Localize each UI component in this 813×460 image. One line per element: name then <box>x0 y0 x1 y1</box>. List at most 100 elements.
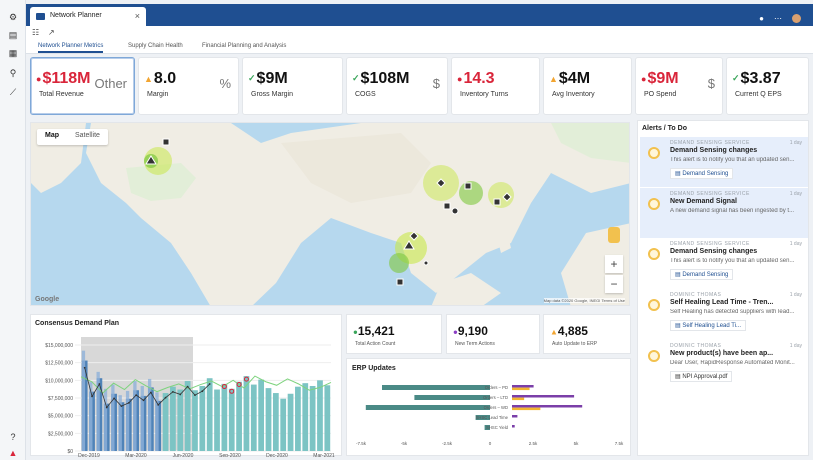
settings-icon[interactable]: ⚙ <box>8 12 18 22</box>
avatar[interactable] <box>792 14 801 23</box>
kpi-tile-cogs[interactable]: ✓$108M COGS $ <box>346 57 448 115</box>
alerts-panel: Alerts / To Do DEMAND SENSING SERVICE 1 d… <box>637 120 809 456</box>
help-icon[interactable]: ? <box>8 432 18 442</box>
erp-bar-negative <box>365 405 490 410</box>
kpi-tile-margin[interactable]: ▲8.0 Margin% <box>138 57 239 115</box>
user-icon[interactable]: ● <box>759 14 764 23</box>
alert-link[interactable]: ▤ Self Healing Lead Ti... <box>670 320 747 331</box>
alert-source: DEMAND SENSING SERVICE <box>670 241 750 247</box>
alert-avatar-icon <box>648 198 660 210</box>
zoom-in-button[interactable]: + <box>605 255 623 273</box>
document-icon[interactable]: ▤ <box>8 30 18 40</box>
network-map[interactable]: Map Satellite + − Google Map data ©2020 … <box>30 122 630 306</box>
history-bar <box>140 385 144 451</box>
view-tabs: Network Planner Metrics Supply Chain Hea… <box>26 40 813 54</box>
alert-item[interactable]: DOMINIC THOMAS 1 day Self Healing Lead Tim… <box>640 289 808 339</box>
total-action-count-value: 15,421 <box>357 324 395 338</box>
alert-source: DOMINIC THOMAS <box>670 292 722 298</box>
actuals-point <box>113 397 115 400</box>
alert-item[interactable]: DEMAND SENSING SERVICE 1 day Demand Sensin… <box>640 238 808 288</box>
kpi-label: Total Revenue <box>39 91 84 98</box>
percent-icon: % <box>219 76 231 91</box>
ruler-icon[interactable]: ⟋ <box>8 87 18 97</box>
actuals-point <box>201 390 204 393</box>
x-tick-label: Mar-2020 <box>125 453 147 457</box>
close-icon[interactable]: × <box>135 11 140 21</box>
erp-bar-positive <box>512 395 575 398</box>
kpi-tile-po-spend[interactable]: ●$9M PO Spend $ <box>635 57 723 115</box>
chart-icon: Other <box>94 76 127 91</box>
trend-icon: ✓ <box>248 73 256 84</box>
erp-category-label: Orders – PD <box>485 385 508 390</box>
alert-source: DEMAND SENSING SERVICE <box>670 191 750 197</box>
kpi-tile-gross-margin[interactable]: ✓$9M Gross Margin <box>242 57 343 115</box>
tab-network-planner-metrics[interactable]: Network Planner Metrics <box>38 43 104 53</box>
alert-icon[interactable]: ▲ <box>8 448 18 458</box>
alert-link[interactable]: ▤ NPI Approval.pdf <box>670 371 733 382</box>
actuals-point <box>127 401 130 404</box>
history-bar <box>147 378 152 451</box>
trend-icon: ● <box>641 73 647 84</box>
alert-title: Demand Sensing changes <box>670 147 758 154</box>
new-term-actions-tile[interactable]: ●9,190 New Term Actions <box>446 314 540 354</box>
total-action-count-tile[interactable]: ●15,421 Total Action Count <box>346 314 442 354</box>
kpi-label: Gross Margin <box>251 91 294 98</box>
apps-icon[interactable]: ⋯ <box>774 14 782 23</box>
alert-item[interactable]: DEMAND SENSING SERVICE 1 day Demand Sensin… <box>640 137 808 187</box>
alert-link[interactable]: ▤ Demand Sensing <box>670 168 734 179</box>
trend-icon: ● <box>36 73 42 84</box>
demand-bar <box>317 380 323 451</box>
erp-bar-positive <box>512 415 518 418</box>
kpi-tile-avg-inventory[interactable]: ▲$4M Avg Inventory <box>543 57 632 115</box>
window-tab[interactable]: Network Planner × <box>30 7 146 26</box>
alert-avatar-icon <box>648 147 660 159</box>
pin-icon[interactable]: ⚲ <box>8 68 18 78</box>
alert-source: DEMAND SENSING SERVICE <box>670 140 750 146</box>
actuals-point <box>120 405 123 408</box>
kpi-value: ✓$3.87 <box>732 70 781 87</box>
demand-bar <box>265 388 272 451</box>
dollar-icon: $ <box>707 76 715 91</box>
street-view-icon[interactable] <box>608 227 620 243</box>
auto-update-erp-value: 4,885 <box>557 324 588 338</box>
trend-icon: ✓ <box>732 73 740 84</box>
alert-age: 1 day <box>789 241 802 247</box>
zoom-out-button[interactable]: − <box>605 275 623 293</box>
trend-icon: ▲ <box>549 73 558 84</box>
kpi-tile-current-q-eps[interactable]: ✓$3.87 Current Q EPS <box>726 57 809 115</box>
erp-category-label: Orders – LTD <box>483 395 508 400</box>
erp-bar-positive <box>512 385 534 388</box>
alert-description: This alert is to notify you that an upda… <box>670 157 795 163</box>
auto-update-erp-tile[interactable]: ▲4,885 Auto Update to ERP <box>543 314 631 354</box>
y-tick-label: $5,000,000 <box>48 414 73 420</box>
x-tick-label: Mar-2021 <box>313 453 335 457</box>
demand-plan-chart[interactable]: $0 $2,500,000 $5,000,000 $7,500,000 $10,000,… <box>31 315 343 457</box>
kpi-value: ✓$9M <box>248 70 288 87</box>
kpi-label: Avg Inventory <box>552 91 595 98</box>
tab-supply-chain-health[interactable]: Supply Chain Health <box>128 43 183 49</box>
demand-bar <box>236 381 242 451</box>
x-tick-label: Jun-2020 <box>173 453 194 457</box>
erp-updates-chart[interactable]: Orders – PD Orders – LTD Orders – WD SHSC L… <box>347 359 632 457</box>
map-mode-button[interactable]: Map <box>37 129 67 145</box>
satellite-mode-button[interactable]: Satellite <box>67 129 108 145</box>
alert-link[interactable]: ▤ Demand Sensing <box>670 269 734 280</box>
tab-financial-planning[interactable]: Financial Planning and Analysis <box>202 43 286 49</box>
filter-icon[interactable]: ☷ <box>32 28 39 37</box>
calendar-icon[interactable]: ▦ <box>8 48 18 58</box>
alert-item[interactable]: DOMINIC THOMAS 1 day New product(s) have b… <box>640 340 808 390</box>
alert-item[interactable]: DEMAND SENSING SERVICE 1 day New Demand Si… <box>640 188 808 238</box>
demand-bar <box>214 389 220 451</box>
actuals-point <box>83 366 86 369</box>
auto-update-erp-label: Auto Update to ERP <box>552 341 598 347</box>
map-canvas <box>31 123 629 305</box>
kpi-tile-inventory-turns[interactable]: ●14.3 Inventory Turns <box>451 57 540 115</box>
x-tick-label: Dec-2019 <box>78 453 100 457</box>
alert-age: 1 day <box>789 292 802 298</box>
kpi-tile-total-revenue[interactable]: ●$118M Total Revenue Other <box>30 57 135 115</box>
actuals-point <box>142 399 145 402</box>
actuals-point <box>194 394 196 396</box>
alert-age: 1 day <box>789 343 802 349</box>
left-nav-rail: ⚙ ▤ ▦ ⚲ ⟋ ? ▲ <box>0 0 26 460</box>
share-icon[interactable]: ↗ <box>48 28 55 37</box>
